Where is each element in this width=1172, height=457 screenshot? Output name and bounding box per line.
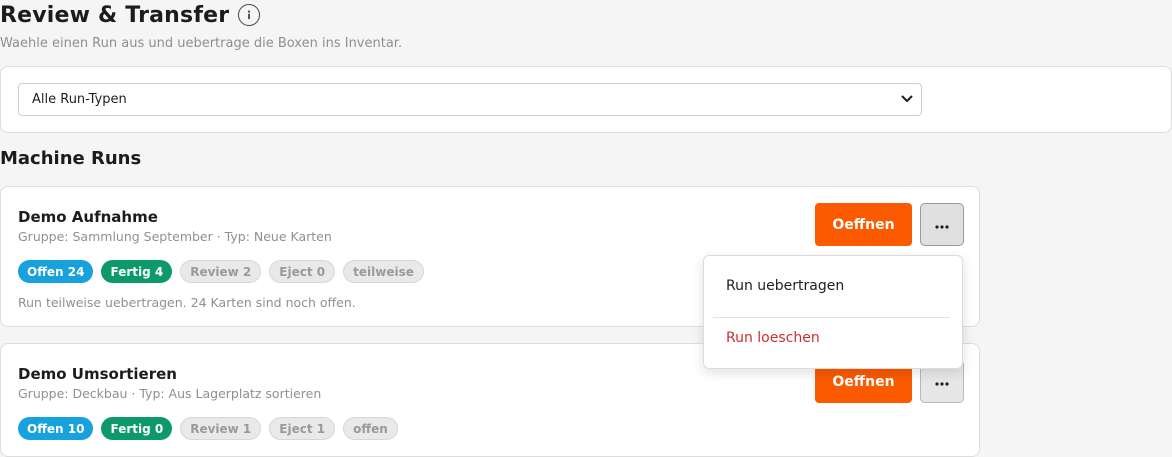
run-meta: Gruppe: Deckbau · Typ: Aus Lagerplatz so… — [18, 386, 322, 401]
badge-eject: Eject 1 — [269, 417, 336, 440]
chevron-down-icon — [901, 92, 913, 107]
info-icon[interactable] — [238, 4, 261, 26]
menu-divider — [713, 317, 950, 318]
menu-item-transfer-run[interactable]: Run uebertragen — [726, 278, 844, 294]
filter-card: Alle Run-Typen — [0, 66, 1172, 133]
badge-fertig: Fertig 0 — [101, 417, 173, 440]
open-run-button[interactable]: Oeffnen — [815, 203, 912, 246]
run-actions-menu: Run uebertragen Run loeschen — [703, 255, 963, 369]
badge-review: Review 1 — [180, 417, 262, 440]
badge-eject: Eject 0 — [269, 260, 336, 283]
run-note: Run teilweise uebertragen. 24 Karten sin… — [18, 295, 356, 310]
page-header: Review & Transfer Waehle einen Run aus u… — [0, 0, 403, 52]
badge-review: Review 2 — [180, 260, 262, 283]
more-horizontal-icon — [935, 374, 949, 389]
page-subtitle: Waehle einen Run aus und uebertrage die … — [0, 36, 403, 51]
run-name: Demo Aufnahme — [18, 208, 158, 226]
title-row: Review & Transfer — [0, 0, 402, 30]
page-title: Review & Transfer — [0, 2, 230, 28]
badge-fertig: Fertig 4 — [101, 260, 173, 283]
run-name: Demo Umsortieren — [18, 365, 177, 383]
more-actions-button[interactable] — [920, 203, 964, 246]
run-type-select[interactable]: Alle Run-Typen — [18, 83, 922, 116]
run-badges: Offen 24 Fertig 4 Review 2 Eject 0 teilw… — [18, 260, 424, 283]
more-horizontal-icon — [935, 217, 949, 232]
menu-item-delete-run[interactable]: Run loeschen — [726, 330, 820, 346]
badge-offen: Offen 24 — [18, 260, 94, 283]
badge-status: offen — [343, 417, 398, 440]
run-badges: Offen 10 Fertig 0 Review 1 Eject 1 offen — [18, 417, 398, 440]
section-title: Machine Runs — [0, 148, 142, 169]
run-meta: Gruppe: Sammlung September · Typ: Neue K… — [18, 229, 332, 244]
run-type-select-value: Alle Run-Typen — [32, 92, 127, 107]
badge-status: teilweise — [343, 260, 424, 283]
badge-offen: Offen 10 — [18, 417, 94, 440]
